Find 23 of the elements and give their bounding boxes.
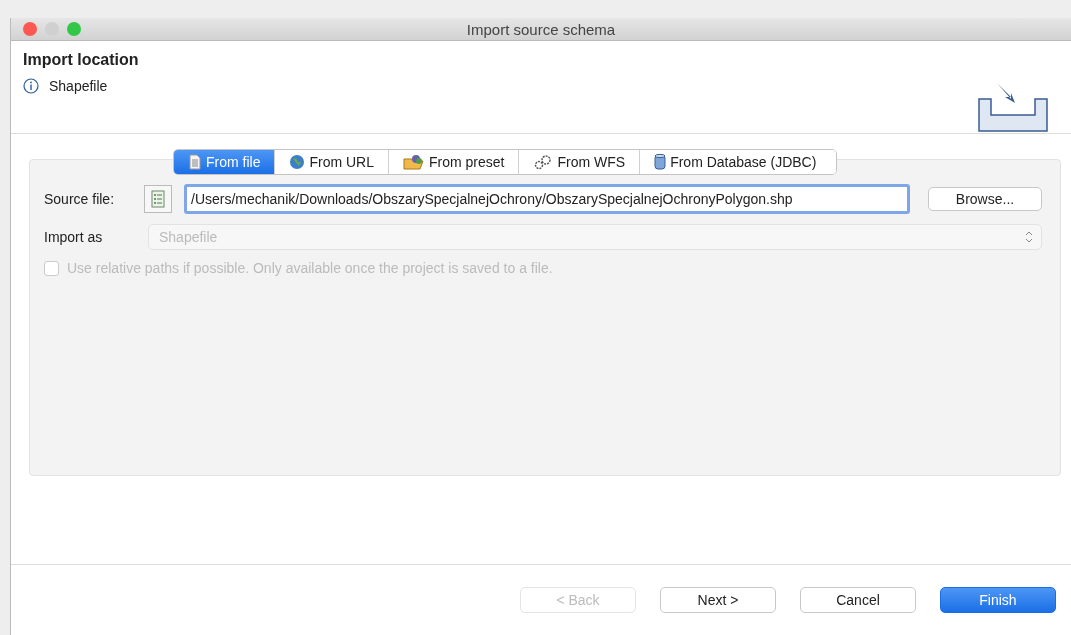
list-icon[interactable] bbox=[144, 185, 172, 213]
close-button[interactable] bbox=[23, 22, 37, 36]
checkbox-label: Use relative paths if possible. Only available once the project is saved to a file. bbox=[67, 260, 553, 276]
gears-icon bbox=[533, 154, 554, 170]
field-label: Import as bbox=[44, 229, 104, 245]
info-text: Shapefile bbox=[49, 78, 108, 94]
tab[interactable]: From file bbox=[174, 150, 276, 174]
folder-icon bbox=[403, 154, 425, 170]
import-tray-icon bbox=[977, 81, 1049, 133]
page-title: Import location bbox=[23, 51, 139, 69]
cylinder-icon bbox=[654, 153, 667, 171]
info-icon bbox=[23, 78, 39, 94]
chevron-updown-icon bbox=[1025, 231, 1033, 243]
button[interactable]: Cancel bbox=[800, 587, 916, 613]
button[interactable]: Next > bbox=[660, 587, 776, 613]
primary-button[interactable]: Finish bbox=[940, 587, 1056, 613]
field-label: Source file: bbox=[44, 191, 116, 207]
zoom-button[interactable] bbox=[67, 22, 81, 36]
source-file-field[interactable]: /Users/mechanik/Downloads/ObszarySpecjalnejOchrony/ObszarySpecjalnejOchronyPolygon.shp bbox=[184, 184, 910, 214]
document-icon bbox=[188, 154, 202, 170]
window-title: Import source schema bbox=[466, 20, 616, 38]
globe-icon bbox=[289, 154, 306, 170]
browse-button[interactable]: Browse... bbox=[928, 187, 1042, 211]
